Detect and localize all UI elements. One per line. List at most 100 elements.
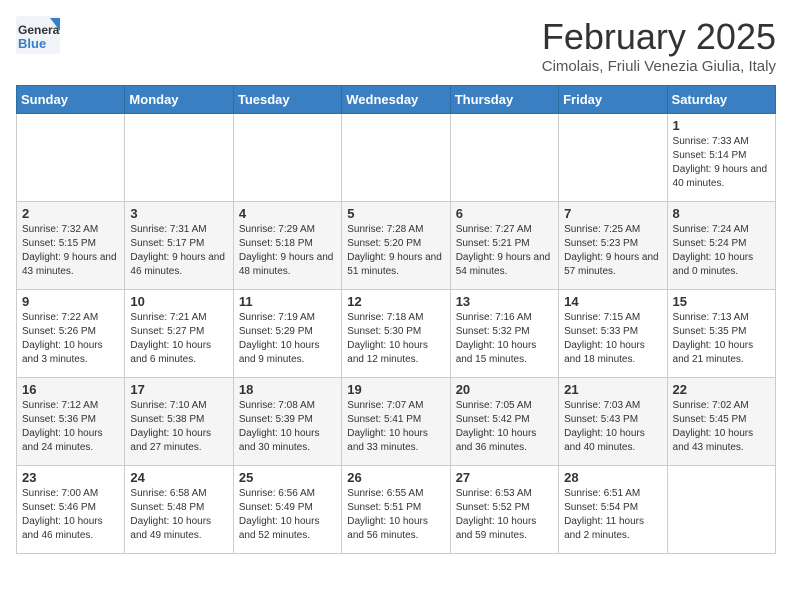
calendar-week-row: 9 Sunrise: 7:22 AM Sunset: 5:26 PM Daylig…: [17, 290, 776, 378]
day-info: Sunrise: 7:25 AM Sunset: 5:23 PM Dayligh…: [564, 223, 661, 279]
day-number: 22: [673, 382, 770, 397]
day-number: 13: [456, 294, 553, 309]
day-number: 25: [239, 470, 336, 485]
calendar-week-row: 23 Sunrise: 7:00 AM Sunset: 5:46 PM Dayli…: [17, 466, 776, 554]
calendar-cell: 1Sunrise: 7:33 AM Sunset: 5:14 PM Daylig…: [667, 114, 775, 202]
day-number: 19: [347, 382, 444, 397]
calendar-cell: [450, 114, 558, 202]
calendar-cell: 27 Sunrise: 6:53 AM Sunset: 5:52 PM Dayli…: [450, 466, 558, 554]
day-number: 23: [22, 470, 119, 485]
subtitle: Cimolais, Friuli Venezia Giulia, Italy: [542, 58, 776, 75]
calendar-cell: 6 Sunrise: 7:27 AM Sunset: 5:21 PM Daylig…: [450, 202, 558, 290]
header: General Blue February 2025 Cimolais, Fri…: [16, 16, 776, 75]
calendar-cell: 13 Sunrise: 7:16 AM Sunset: 5:32 PM Dayli…: [450, 290, 558, 378]
day-info: Sunrise: 7:07 AM Sunset: 5:41 PM Dayligh…: [347, 399, 444, 455]
day-info: Sunrise: 7:13 AM Sunset: 5:35 PM Dayligh…: [673, 311, 770, 367]
calendar-cell: 11 Sunrise: 7:19 AM Sunset: 5:29 PM Dayli…: [233, 290, 341, 378]
calendar-cell: 24 Sunrise: 6:58 AM Sunset: 5:48 PM Dayli…: [125, 466, 233, 554]
day-of-week-header: Saturday: [667, 86, 775, 114]
day-info: Sunrise: 7:00 AM Sunset: 5:46 PM Dayligh…: [22, 487, 119, 543]
calendar-cell: 14 Sunrise: 7:15 AM Sunset: 5:33 PM Dayli…: [559, 290, 667, 378]
calendar-header-row: SundayMondayTuesdayWednesdayThursdayFrid…: [17, 86, 776, 114]
day-of-week-header: Sunday: [17, 86, 125, 114]
day-info: Sunrise: 6:55 AM Sunset: 5:51 PM Dayligh…: [347, 487, 444, 543]
day-info: Sunrise: 7:29 AM Sunset: 5:18 PM Dayligh…: [239, 223, 336, 279]
day-info: Sunrise: 6:58 AM Sunset: 5:48 PM Dayligh…: [130, 487, 227, 543]
calendar-cell: 3Sunrise: 7:31 AM Sunset: 5:17 PM Daylig…: [125, 202, 233, 290]
calendar-cell: 7 Sunrise: 7:25 AM Sunset: 5:23 PM Daylig…: [559, 202, 667, 290]
calendar-cell: 23 Sunrise: 7:00 AM Sunset: 5:46 PM Dayli…: [17, 466, 125, 554]
day-number: 20: [456, 382, 553, 397]
day-number: 27: [456, 470, 553, 485]
day-number: 4: [239, 206, 336, 221]
day-info: Sunrise: 7:08 AM Sunset: 5:39 PM Dayligh…: [239, 399, 336, 455]
day-info: Sunrise: 7:24 AM Sunset: 5:24 PM Dayligh…: [673, 223, 770, 279]
day-info: Sunrise: 7:15 AM Sunset: 5:33 PM Dayligh…: [564, 311, 661, 367]
calendar-cell: [667, 466, 775, 554]
day-number: 12: [347, 294, 444, 309]
logo: General Blue: [16, 16, 60, 54]
day-of-week-header: Tuesday: [233, 86, 341, 114]
calendar-cell: [233, 114, 341, 202]
svg-text:Blue: Blue: [18, 36, 46, 51]
calendar-cell: 26 Sunrise: 6:55 AM Sunset: 5:51 PM Dayli…: [342, 466, 450, 554]
day-number: 21: [564, 382, 661, 397]
day-number: 9: [22, 294, 119, 309]
calendar-cell: 12 Sunrise: 7:18 AM Sunset: 5:30 PM Dayli…: [342, 290, 450, 378]
day-info: Sunrise: 7:02 AM Sunset: 5:45 PM Dayligh…: [673, 399, 770, 455]
day-info: Sunrise: 7:18 AM Sunset: 5:30 PM Dayligh…: [347, 311, 444, 367]
day-info: Sunrise: 7:03 AM Sunset: 5:43 PM Dayligh…: [564, 399, 661, 455]
day-info: Sunrise: 7:32 AM Sunset: 5:15 PM Dayligh…: [22, 223, 119, 279]
day-info: Sunrise: 6:53 AM Sunset: 5:52 PM Dayligh…: [456, 487, 553, 543]
day-info: Sunrise: 6:51 AM Sunset: 5:54 PM Dayligh…: [564, 487, 661, 543]
calendar-cell: 8Sunrise: 7:24 AM Sunset: 5:24 PM Daylig…: [667, 202, 775, 290]
day-info: Sunrise: 7:21 AM Sunset: 5:27 PM Dayligh…: [130, 311, 227, 367]
calendar-cell: [17, 114, 125, 202]
day-of-week-header: Thursday: [450, 86, 558, 114]
day-number: 24: [130, 470, 227, 485]
day-number: 7: [564, 206, 661, 221]
calendar-cell: [125, 114, 233, 202]
calendar-cell: 9 Sunrise: 7:22 AM Sunset: 5:26 PM Daylig…: [17, 290, 125, 378]
day-info: Sunrise: 7:10 AM Sunset: 5:38 PM Dayligh…: [130, 399, 227, 455]
calendar-cell: 21 Sunrise: 7:03 AM Sunset: 5:43 PM Dayli…: [559, 378, 667, 466]
calendar-week-row: 1Sunrise: 7:33 AM Sunset: 5:14 PM Daylig…: [17, 114, 776, 202]
day-number: 15: [673, 294, 770, 309]
calendar-cell: 16Sunrise: 7:12 AM Sunset: 5:36 PM Dayli…: [17, 378, 125, 466]
day-info: Sunrise: 7:12 AM Sunset: 5:36 PM Dayligh…: [22, 399, 119, 455]
day-number: 10: [130, 294, 227, 309]
day-number: 18: [239, 382, 336, 397]
day-number: 28: [564, 470, 661, 485]
day-info: Sunrise: 7:05 AM Sunset: 5:42 PM Dayligh…: [456, 399, 553, 455]
calendar-cell: 15 Sunrise: 7:13 AM Sunset: 5:35 PM Dayli…: [667, 290, 775, 378]
logo-icon: General Blue: [16, 16, 60, 54]
day-info: Sunrise: 6:56 AM Sunset: 5:49 PM Dayligh…: [239, 487, 336, 543]
day-number: 6: [456, 206, 553, 221]
calendar-cell: 17Sunrise: 7:10 AM Sunset: 5:38 PM Dayli…: [125, 378, 233, 466]
month-title: February 2025: [542, 16, 776, 58]
day-of-week-header: Monday: [125, 86, 233, 114]
day-number: 2: [22, 206, 119, 221]
day-info: Sunrise: 7:33 AM Sunset: 5:14 PM Dayligh…: [673, 135, 770, 191]
calendar-cell: 25 Sunrise: 6:56 AM Sunset: 5:49 PM Dayli…: [233, 466, 341, 554]
calendar-cell: 18 Sunrise: 7:08 AM Sunset: 5:39 PM Dayli…: [233, 378, 341, 466]
day-number: 3: [130, 206, 227, 221]
calendar: SundayMondayTuesdayWednesdayThursdayFrid…: [16, 85, 776, 554]
calendar-cell: 20 Sunrise: 7:05 AM Sunset: 5:42 PM Dayli…: [450, 378, 558, 466]
day-number: 11: [239, 294, 336, 309]
calendar-cell: 28 Sunrise: 6:51 AM Sunset: 5:54 PM Dayli…: [559, 466, 667, 554]
calendar-week-row: 16Sunrise: 7:12 AM Sunset: 5:36 PM Dayli…: [17, 378, 776, 466]
calendar-cell: [342, 114, 450, 202]
day-info: Sunrise: 7:22 AM Sunset: 5:26 PM Dayligh…: [22, 311, 119, 367]
calendar-cell: [559, 114, 667, 202]
day-number: 14: [564, 294, 661, 309]
calendar-cell: 2 Sunrise: 7:32 AM Sunset: 5:15 PM Daylig…: [17, 202, 125, 290]
calendar-cell: 10 Sunrise: 7:21 AM Sunset: 5:27 PM Dayli…: [125, 290, 233, 378]
day-info: Sunrise: 7:27 AM Sunset: 5:21 PM Dayligh…: [456, 223, 553, 279]
day-info: Sunrise: 7:16 AM Sunset: 5:32 PM Dayligh…: [456, 311, 553, 367]
calendar-cell: 22 Sunrise: 7:02 AM Sunset: 5:45 PM Dayli…: [667, 378, 775, 466]
day-info: Sunrise: 7:19 AM Sunset: 5:29 PM Dayligh…: [239, 311, 336, 367]
calendar-week-row: 2 Sunrise: 7:32 AM Sunset: 5:15 PM Daylig…: [17, 202, 776, 290]
day-info: Sunrise: 7:28 AM Sunset: 5:20 PM Dayligh…: [347, 223, 444, 279]
day-number: 26: [347, 470, 444, 485]
